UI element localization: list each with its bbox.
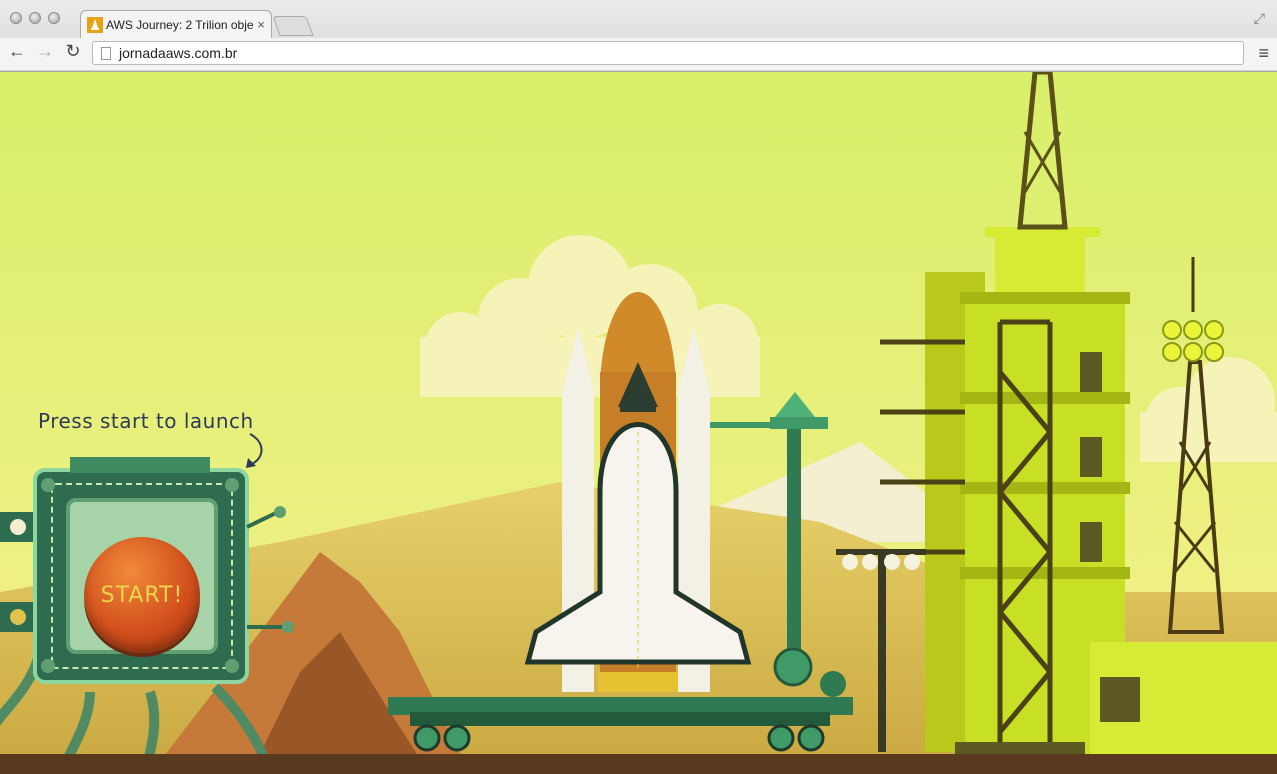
address-url[interactable]: jornadaaws.com.br [119, 45, 237, 61]
start-button-label: START! [100, 582, 184, 608]
window-controls [10, 12, 60, 24]
toolbar: ← → ↻ jornadaaws.com.br ≡ [0, 38, 1277, 70]
back-arrow-icon[interactable]: ← [6, 41, 28, 62]
close-window-button[interactable] [10, 12, 22, 24]
address-bar[interactable]: jornadaaws.com.br [92, 41, 1244, 65]
press-start-caption: Press start to launch [38, 409, 254, 433]
tab-aws-journey[interactable]: AWS Journey: 2 Trilion obje × [80, 10, 272, 38]
rocket-favicon-icon [87, 16, 103, 33]
menu-icon[interactable]: ≡ [1258, 43, 1269, 64]
reload-icon[interactable]: ↻ [62, 41, 84, 62]
tab-title: AWS Journey: 2 Trilion obje [105, 17, 254, 32]
browser-chrome: AWS Journey: 2 Trilion obje × ⤢ ← → ↻ jo… [0, 0, 1277, 72]
forward-arrow-icon[interactable]: → [34, 41, 56, 62]
fullscreen-icon[interactable]: ⤢ [1254, 10, 1265, 27]
launch-scene: Press start to launch START! [0, 72, 1277, 774]
zoom-window-button[interactable] [48, 12, 60, 24]
minimize-window-button[interactable] [29, 12, 41, 24]
tab-close-icon[interactable]: × [257, 17, 265, 32]
page-icon [101, 46, 111, 60]
start-button[interactable]: START! [84, 537, 200, 653]
new-tab-button[interactable] [272, 16, 314, 36]
ground [0, 754, 1277, 774]
